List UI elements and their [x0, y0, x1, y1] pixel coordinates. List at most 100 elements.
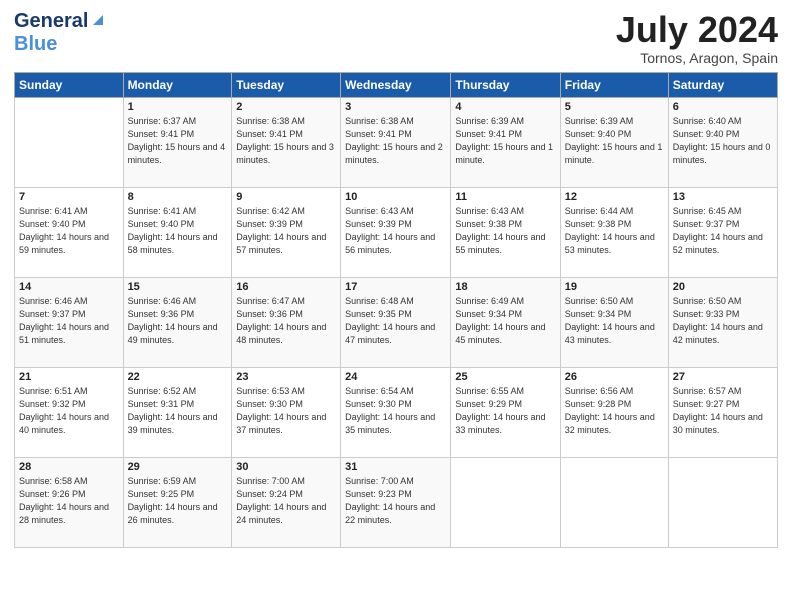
location: Tornos, Aragon, Spain	[616, 50, 778, 66]
day-number: 17	[345, 281, 446, 293]
logo-general: General	[14, 10, 88, 33]
calendar-cell: 4 Sunrise: 6:39 AMSunset: 9:41 PMDaylight…	[451, 97, 560, 187]
day-info: Sunrise: 6:51 AMSunset: 9:32 PMDaylight:…	[19, 385, 119, 437]
day-info: Sunrise: 6:46 AMSunset: 9:37 PMDaylight:…	[19, 295, 119, 347]
calendar-week-row: 21 Sunrise: 6:51 AMSunset: 9:32 PMDayligh…	[15, 367, 778, 457]
calendar-cell: 21 Sunrise: 6:51 AMSunset: 9:32 PMDayligh…	[15, 367, 124, 457]
day-number: 5	[565, 101, 664, 113]
calendar-week-row: 28Sunrise: 6:58 AMSunset: 9:26 PMDayligh…	[15, 457, 778, 547]
calendar-cell: 8 Sunrise: 6:41 AMSunset: 9:40 PMDaylight…	[123, 187, 232, 277]
day-number: 12	[565, 191, 664, 203]
day-number: 6	[673, 101, 773, 113]
day-info: Sunrise: 6:43 AMSunset: 9:38 PMDaylight:…	[455, 205, 555, 257]
calendar-cell: 12 Sunrise: 6:44 AMSunset: 9:38 PMDayligh…	[560, 187, 668, 277]
calendar-cell: 2 Sunrise: 6:38 AMSunset: 9:41 PMDaylight…	[232, 97, 341, 187]
day-info: Sunrise: 6:38 AMSunset: 9:41 PMDaylight:…	[236, 115, 336, 167]
day-info: Sunrise: 6:41 AMSunset: 9:40 PMDaylight:…	[128, 205, 228, 257]
day-number: 14	[19, 281, 119, 293]
day-info: Sunrise: 6:42 AMSunset: 9:39 PMDaylight:…	[236, 205, 336, 257]
day-info: Sunrise: 6:49 AMSunset: 9:34 PMDaylight:…	[455, 295, 555, 347]
calendar-cell: 29 Sunrise: 6:59 AMSunset: 9:25 PMDayligh…	[123, 457, 232, 547]
day-number: 4	[455, 101, 555, 113]
calendar-cell: 9 Sunrise: 6:42 AMSunset: 9:39 PMDaylight…	[232, 187, 341, 277]
calendar-cell: 14 Sunrise: 6:46 AMSunset: 9:37 PMDayligh…	[15, 277, 124, 367]
day-number: 7	[19, 191, 119, 203]
day-info: Sunrise: 6:44 AMSunset: 9:38 PMDaylight:…	[565, 205, 664, 257]
calendar-cell	[15, 97, 124, 187]
day-number: 16	[236, 281, 336, 293]
day-info: Sunrise: 6:48 AMSunset: 9:35 PMDaylight:…	[345, 295, 446, 347]
calendar-cell: 16 Sunrise: 6:47 AMSunset: 9:36 PMDayligh…	[232, 277, 341, 367]
calendar-cell	[560, 457, 668, 547]
day-number: 27	[673, 371, 773, 383]
day-number: 29	[128, 461, 228, 473]
day-number: 9	[236, 191, 336, 203]
logo: General Blue	[14, 10, 107, 56]
day-number: 18	[455, 281, 555, 293]
day-number: 2	[236, 101, 336, 113]
calendar-cell: 3Sunrise: 6:38 AMSunset: 9:41 PMDaylight…	[341, 97, 451, 187]
day-info: Sunrise: 6:40 AMSunset: 9:40 PMDaylight:…	[673, 115, 773, 167]
calendar-cell: 30Sunrise: 7:00 AMSunset: 9:24 PMDayligh…	[232, 457, 341, 547]
calendar-cell: 23Sunrise: 6:53 AMSunset: 9:30 PMDayligh…	[232, 367, 341, 457]
calendar: SundayMondayTuesdayWednesdayThursdayFrid…	[14, 72, 778, 548]
day-header: Thursday	[451, 72, 560, 97]
calendar-cell	[668, 457, 777, 547]
calendar-week-row: 7 Sunrise: 6:41 AMSunset: 9:40 PMDaylight…	[15, 187, 778, 277]
day-info: Sunrise: 6:57 AMSunset: 9:27 PMDaylight:…	[673, 385, 773, 437]
day-number: 28	[19, 461, 119, 473]
day-info: Sunrise: 6:50 AMSunset: 9:33 PMDaylight:…	[673, 295, 773, 347]
day-number: 19	[565, 281, 664, 293]
month-title: July 2024	[616, 10, 778, 50]
day-number: 11	[455, 191, 555, 203]
day-number: 15	[128, 281, 228, 293]
calendar-cell	[451, 457, 560, 547]
day-headers-row: SundayMondayTuesdayWednesdayThursdayFrid…	[15, 72, 778, 97]
calendar-cell: 13Sunrise: 6:45 AMSunset: 9:37 PMDayligh…	[668, 187, 777, 277]
calendar-cell: 31Sunrise: 7:00 AMSunset: 9:23 PMDayligh…	[341, 457, 451, 547]
calendar-cell: 5 Sunrise: 6:39 AMSunset: 9:40 PMDaylight…	[560, 97, 668, 187]
calendar-week-row: 14 Sunrise: 6:46 AMSunset: 9:37 PMDayligh…	[15, 277, 778, 367]
day-info: Sunrise: 6:41 AMSunset: 9:40 PMDaylight:…	[19, 205, 119, 257]
day-number: 22	[128, 371, 228, 383]
day-number: 23	[236, 371, 336, 383]
day-number: 10	[345, 191, 446, 203]
calendar-cell: 26Sunrise: 6:56 AMSunset: 9:28 PMDayligh…	[560, 367, 668, 457]
day-number: 21	[19, 371, 119, 383]
day-info: Sunrise: 6:39 AMSunset: 9:41 PMDaylight:…	[455, 115, 555, 167]
calendar-cell: 25Sunrise: 6:55 AMSunset: 9:29 PMDayligh…	[451, 367, 560, 457]
day-info: Sunrise: 6:43 AMSunset: 9:39 PMDaylight:…	[345, 205, 446, 257]
day-info: Sunrise: 6:55 AMSunset: 9:29 PMDaylight:…	[455, 385, 555, 437]
day-info: Sunrise: 6:45 AMSunset: 9:37 PMDaylight:…	[673, 205, 773, 257]
day-info: Sunrise: 6:37 AMSunset: 9:41 PMDaylight:…	[128, 115, 228, 167]
calendar-cell: 10 Sunrise: 6:43 AMSunset: 9:39 PMDayligh…	[341, 187, 451, 277]
day-info: Sunrise: 6:47 AMSunset: 9:36 PMDaylight:…	[236, 295, 336, 347]
calendar-cell: 19 Sunrise: 6:50 AMSunset: 9:34 PMDayligh…	[560, 277, 668, 367]
day-info: Sunrise: 6:50 AMSunset: 9:34 PMDaylight:…	[565, 295, 664, 347]
day-info: Sunrise: 6:46 AMSunset: 9:36 PMDaylight:…	[128, 295, 228, 347]
calendar-cell: 28Sunrise: 6:58 AMSunset: 9:26 PMDayligh…	[15, 457, 124, 547]
day-info: Sunrise: 6:59 AMSunset: 9:25 PMDaylight:…	[128, 475, 228, 527]
day-info: Sunrise: 7:00 AMSunset: 9:23 PMDaylight:…	[345, 475, 446, 527]
title-area: July 2024 Tornos, Aragon, Spain	[616, 10, 778, 66]
calendar-cell: 24 Sunrise: 6:54 AMSunset: 9:30 PMDayligh…	[341, 367, 451, 457]
day-header: Friday	[560, 72, 668, 97]
day-info: Sunrise: 6:54 AMSunset: 9:30 PMDaylight:…	[345, 385, 446, 437]
logo-icon	[89, 11, 107, 29]
day-info: Sunrise: 6:56 AMSunset: 9:28 PMDaylight:…	[565, 385, 664, 437]
day-number: 20	[673, 281, 773, 293]
calendar-cell: 1 Sunrise: 6:37 AMSunset: 9:41 PMDaylight…	[123, 97, 232, 187]
day-info: Sunrise: 6:39 AMSunset: 9:40 PMDaylight:…	[565, 115, 664, 167]
day-info: Sunrise: 6:52 AMSunset: 9:31 PMDaylight:…	[128, 385, 228, 437]
calendar-cell: 11 Sunrise: 6:43 AMSunset: 9:38 PMDayligh…	[451, 187, 560, 277]
day-number: 24	[345, 371, 446, 383]
day-number: 1	[128, 101, 228, 113]
calendar-cell: 6 Sunrise: 6:40 AMSunset: 9:40 PMDaylight…	[668, 97, 777, 187]
calendar-week-row: 1 Sunrise: 6:37 AMSunset: 9:41 PMDaylight…	[15, 97, 778, 187]
day-number: 8	[128, 191, 228, 203]
day-info: Sunrise: 7:00 AMSunset: 9:24 PMDaylight:…	[236, 475, 336, 527]
day-info: Sunrise: 6:38 AMSunset: 9:41 PMDaylight:…	[345, 115, 446, 167]
calendar-cell: 27 Sunrise: 6:57 AMSunset: 9:27 PMDayligh…	[668, 367, 777, 457]
calendar-cell: 7 Sunrise: 6:41 AMSunset: 9:40 PMDaylight…	[15, 187, 124, 277]
calendar-cell: 20 Sunrise: 6:50 AMSunset: 9:33 PMDayligh…	[668, 277, 777, 367]
